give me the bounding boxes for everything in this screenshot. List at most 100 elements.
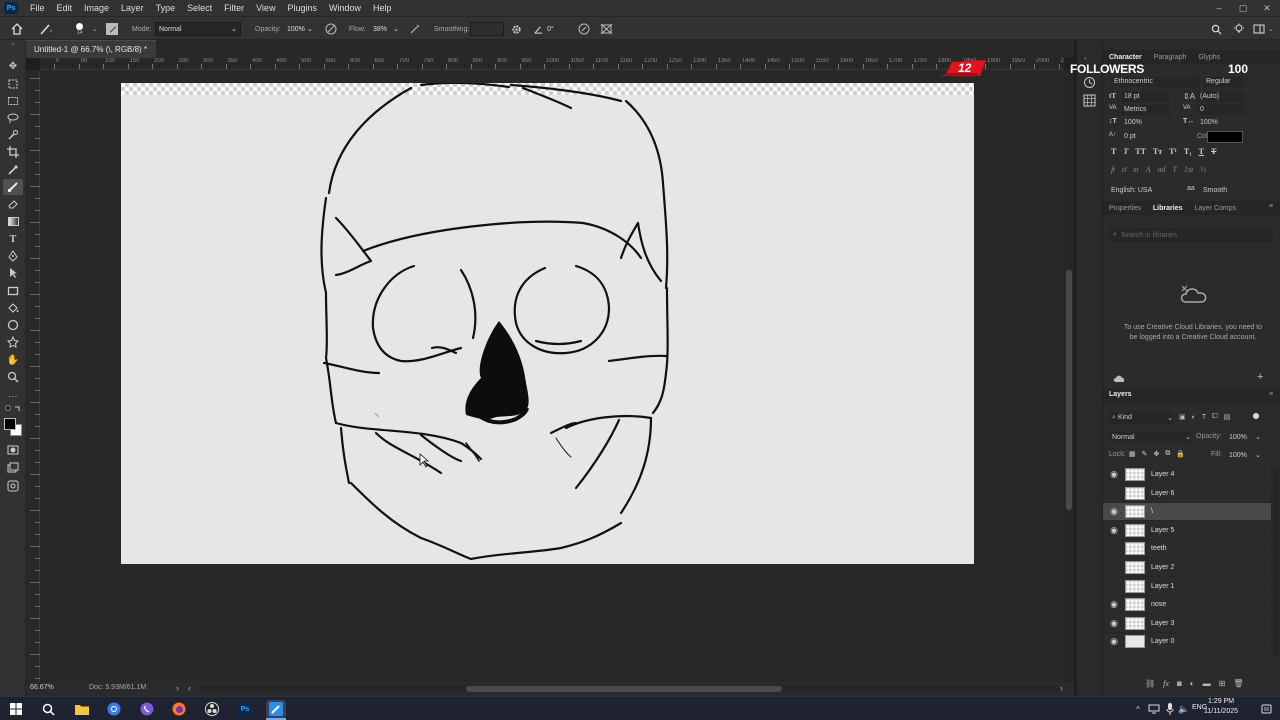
layers-panel-title[interactable]: Layers: [1109, 391, 1132, 398]
lock-position-icon[interactable]: ✥: [1154, 450, 1160, 458]
tracking-field[interactable]: 0: [1197, 105, 1245, 115]
lasso-tool-icon[interactable]: [3, 110, 23, 126]
menu-edit[interactable]: Edit: [51, 0, 79, 16]
zoom-level[interactable]: 66.67%: [30, 684, 54, 691]
home-icon[interactable]: [10, 17, 24, 41]
menu-view[interactable]: View: [250, 0, 281, 16]
filter-pixel-icon[interactable]: ▣: [1179, 413, 1186, 421]
eye-icon[interactable]: ◉: [1103, 506, 1125, 517]
brush-picker-chevron-icon[interactable]: ⌄: [92, 17, 98, 41]
layer-row[interactable]: Layer 6: [1103, 485, 1271, 503]
blend-mode-select[interactable]: Normal ⌄: [1109, 431, 1191, 443]
opacity-field[interactable]: 100% ⌄: [284, 22, 316, 36]
mode-select[interactable]: Normal ⌄: [155, 22, 241, 36]
eraser-tool-icon[interactable]: [3, 196, 23, 212]
type-tool-icon[interactable]: T: [3, 231, 23, 247]
ellipse-tool-icon[interactable]: [3, 317, 23, 333]
notification-icon[interactable]: [1256, 700, 1276, 718]
generative-icon[interactable]: [3, 478, 23, 494]
layer-row[interactable]: ◉ nose: [1103, 596, 1271, 615]
pressure-opacity-icon[interactable]: [325, 17, 337, 41]
tab-layer-comps[interactable]: Layer Comps: [1188, 205, 1242, 212]
workspace-chevron-icon[interactable]: ⌄: [1268, 17, 1274, 41]
trash-icon[interactable]: 🗑: [1233, 679, 1243, 688]
faux-italic-icon[interactable]: T: [1123, 147, 1128, 156]
stylistic-icon[interactable]: A: [1146, 165, 1151, 174]
toolbar-collapse-icon[interactable]: »: [3, 42, 23, 48]
fill-field[interactable]: 100% ⌄: [1227, 449, 1261, 461]
small-caps-icon[interactable]: Tт: [1153, 147, 1162, 156]
gradient-tool-icon[interactable]: [3, 213, 23, 229]
hand-tool-icon[interactable]: ✋: [3, 352, 23, 368]
layer-row[interactable]: Layer 1: [1103, 578, 1271, 596]
ordinal-st-icon[interactable]: 1st: [1184, 165, 1193, 174]
layer-filter-kind-select[interactable]: ⌕ Kind ⌄: [1109, 412, 1173, 424]
lock-image-icon[interactable]: ✎: [1142, 450, 1148, 458]
superscript-icon[interactable]: T¹: [1169, 147, 1177, 156]
strikethrough-icon[interactable]: T: [1211, 147, 1216, 156]
lock-all-icon[interactable]: 🔒: [1176, 450, 1185, 458]
scroll-left-icon[interactable]: ‹: [188, 683, 191, 693]
layer-row[interactable]: Layer 2: [1103, 559, 1271, 577]
clock-date[interactable]: 11/11/2025: [1204, 708, 1238, 715]
quick-mask-icon[interactable]: [3, 442, 23, 458]
pen-tool-icon[interactable]: [3, 248, 23, 264]
photoshop-taskbar-icon[interactable]: Ps: [235, 700, 255, 718]
horizontal-scale-field[interactable]: 100%: [1197, 118, 1245, 128]
eye-icon[interactable]: ◉: [1103, 469, 1125, 480]
ligatures-icon[interactable]: ﬁ: [1111, 165, 1115, 174]
artboard-tool-icon[interactable]: [3, 76, 23, 92]
layer-row[interactable]: ◉ Layer 5: [1103, 522, 1271, 540]
pressure-size-icon[interactable]: [578, 17, 590, 41]
workspace-icon[interactable]: [1253, 17, 1265, 41]
marquee-tool-icon[interactable]: [3, 93, 23, 109]
brush-size-picker[interactable]: 14: [76, 17, 83, 41]
speaker-icon[interactable]: 🔈: [1174, 700, 1194, 718]
foreground-color-swatch[interactable]: [4, 418, 16, 430]
add-library-icon[interactable]: +: [1257, 371, 1263, 383]
swap-colors-icon[interactable]: [3, 404, 23, 414]
faux-bold-icon[interactable]: T: [1111, 147, 1116, 156]
layer-row[interactable]: ◉ \: [1103, 503, 1271, 522]
close-icon[interactable]: ✕: [1258, 0, 1276, 16]
horizontal-scrollbar[interactable]: [200, 685, 1058, 693]
menu-help[interactable]: Help: [367, 0, 398, 16]
layers-panel-menu-icon[interactable]: ≡: [1269, 391, 1273, 398]
filter-toggle-icon[interactable]: [1253, 413, 1259, 419]
flow-field[interactable]: 38% ⌄: [370, 22, 402, 36]
language-select[interactable]: English: USA: [1111, 186, 1181, 196]
lightbulb-icon[interactable]: [1233, 17, 1245, 41]
vertical-scrollbar[interactable]: [1064, 70, 1074, 682]
firefox-icon[interactable]: [169, 700, 189, 718]
menu-layer[interactable]: Layer: [115, 0, 150, 16]
font-size-field[interactable]: 18 pt: [1121, 92, 1169, 102]
menu-file[interactable]: File: [24, 0, 51, 16]
brush-tool-icon[interactable]: [3, 179, 23, 195]
libraries-search-input[interactable]: ⌕ Search in libraries: [1109, 228, 1273, 242]
viber-icon[interactable]: [137, 700, 157, 718]
symmetry-icon[interactable]: [600, 17, 613, 41]
clock-time[interactable]: 1:29 PM: [1208, 698, 1234, 705]
windows-start-icon[interactable]: [6, 700, 26, 718]
titling-icon[interactable]: ad: [1158, 165, 1166, 174]
tab-libraries[interactable]: Libraries: [1147, 205, 1189, 212]
document-canvas[interactable]: [121, 83, 974, 564]
filter-smart-object-icon[interactable]: ▤: [1224, 413, 1231, 421]
adjustment-layer-icon[interactable]: ◐: [1190, 679, 1195, 688]
file-explorer-icon[interactable]: [72, 700, 92, 718]
text-color-swatch[interactable]: [1207, 131, 1243, 143]
search-icon[interactable]: [38, 700, 58, 718]
vertical-scroll-thumb[interactable]: [1066, 270, 1072, 510]
anti-alias-select[interactable]: Smooth: [1203, 186, 1243, 196]
layers-scrollbar[interactable]: [1271, 466, 1279, 656]
zoom-tool-icon[interactable]: [3, 369, 23, 385]
maximize-icon[interactable]: ▢: [1234, 0, 1252, 16]
leading-field[interactable]: (Auto): [1197, 92, 1245, 102]
move-tool-icon[interactable]: ✥: [3, 58, 23, 74]
layer-row[interactable]: teeth: [1103, 540, 1271, 559]
eyedropper-tool-icon[interactable]: [3, 162, 23, 178]
swatches-grid-icon[interactable]: [1083, 94, 1096, 107]
filter-type-icon[interactable]: T: [1202, 414, 1206, 421]
layer-style-icon[interactable]: fx: [1163, 679, 1169, 688]
eye-icon[interactable]: ◉: [1103, 525, 1125, 536]
